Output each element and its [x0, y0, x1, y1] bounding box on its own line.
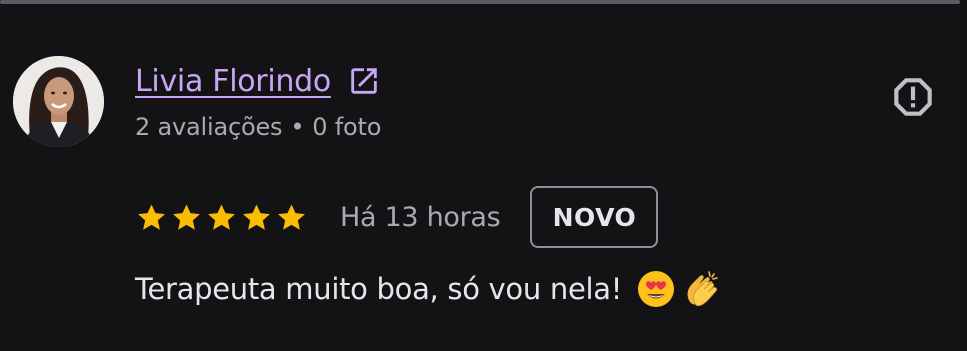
star-icon	[243, 203, 270, 230]
report-icon[interactable]	[888, 72, 938, 122]
review-time: Há 13 horas	[340, 201, 501, 233]
avatar[interactable]	[13, 56, 104, 147]
rating-row: Há 13 horas NOVO	[135, 184, 659, 250]
star-icon	[278, 203, 305, 230]
heart-eyes-emoji-icon	[638, 271, 675, 307]
review-body: Terapeuta muito boa, só vou nela!	[135, 272, 623, 306]
new-badge: NOVO	[530, 186, 659, 248]
star-icon	[173, 203, 200, 230]
external-link-icon[interactable]	[347, 64, 381, 98]
review-count: 2 avaliações	[135, 113, 283, 141]
top-divider	[0, 0, 960, 4]
star-icon	[208, 203, 235, 230]
meta-separator: •	[290, 113, 305, 141]
star-icon	[138, 203, 165, 230]
reviewer-header: Livia Florindo	[135, 56, 381, 106]
review-text: Terapeuta muito boa, só vou nela!	[135, 262, 722, 316]
avatar-photo	[13, 56, 104, 147]
reviewer-name-link[interactable]: Livia Florindo	[135, 64, 331, 99]
reviewer-meta: 2 avaliações • 0 foto	[135, 108, 381, 146]
clapping-hands-emoji-icon	[687, 271, 718, 307]
review-card: Livia Florindo 2 avaliações • 0 foto Há …	[0, 0, 967, 351]
star-rating	[135, 201, 308, 234]
photo-count: 0 foto	[312, 113, 382, 141]
